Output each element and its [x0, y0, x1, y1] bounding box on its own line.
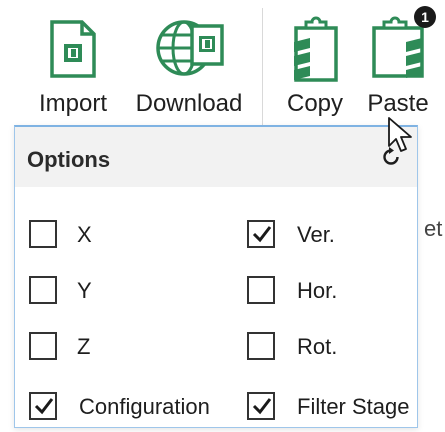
option-filter-stage[interactable]: Filter Stage: [247, 392, 413, 424]
option-rot-label: Rot.: [297, 334, 338, 359]
options-title: Options: [27, 147, 111, 172]
option-rot[interactable]: Rot.: [247, 332, 407, 364]
option-filter-stage-label: Filter Stage: [297, 394, 410, 419]
options-header: Options: [15, 127, 417, 187]
background-partial-text: et: [424, 216, 443, 241]
option-y-checkbox[interactable]: [29, 276, 57, 304]
download-button[interactable]: Download: [130, 0, 248, 130]
copy-clipboard-icon: [294, 16, 338, 82]
option-configuration-checkbox[interactable]: [29, 392, 57, 420]
app-window: Import Download Copy 1 Paste et Options …: [0, 0, 445, 432]
option-hor-checkbox[interactable]: [247, 276, 275, 304]
ribbon-separator: [262, 8, 263, 126]
paste-label: Paste: [367, 90, 429, 117]
globe-download-icon: [156, 20, 224, 76]
ribbon-toolbar: Import Download Copy 1 Paste: [0, 0, 445, 130]
option-z-label: Z: [77, 334, 91, 359]
copy-label: Copy: [286, 90, 344, 117]
download-label: Download: [135, 90, 243, 117]
option-filter-stage-checkbox[interactable]: [247, 392, 275, 420]
option-ver[interactable]: Ver.: [247, 220, 407, 252]
paste-count-badge: 1: [414, 6, 436, 28]
option-hor-label: Hor.: [297, 278, 338, 303]
option-y[interactable]: Y: [29, 276, 209, 308]
mouse-cursor-icon: [388, 117, 412, 152]
option-configuration[interactable]: Configuration: [29, 392, 239, 424]
import-button[interactable]: Import: [30, 0, 116, 130]
option-hor[interactable]: Hor.: [247, 276, 407, 308]
checkmark-icon: [252, 398, 272, 415]
option-rot-checkbox[interactable]: [247, 332, 275, 360]
option-ver-label: Ver.: [297, 222, 335, 247]
option-configuration-label: Configuration: [79, 394, 210, 419]
import-icon: [50, 20, 96, 78]
checkmark-icon: [34, 398, 54, 415]
checkmark-icon: [252, 226, 272, 243]
import-label: Import: [38, 90, 107, 117]
copy-button[interactable]: Copy: [278, 0, 352, 130]
option-y-label: Y: [77, 278, 92, 303]
option-x[interactable]: X: [29, 220, 209, 252]
option-x-label: X: [77, 222, 92, 247]
paste-button[interactable]: 1 Paste: [360, 0, 436, 130]
option-x-checkbox[interactable]: [29, 220, 57, 248]
option-z[interactable]: Z: [29, 332, 209, 364]
options-panel: Options X Ver. Y Hor. Z Rot. Configurati…: [14, 125, 418, 428]
option-z-checkbox[interactable]: [29, 332, 57, 360]
option-ver-checkbox[interactable]: [247, 220, 275, 248]
